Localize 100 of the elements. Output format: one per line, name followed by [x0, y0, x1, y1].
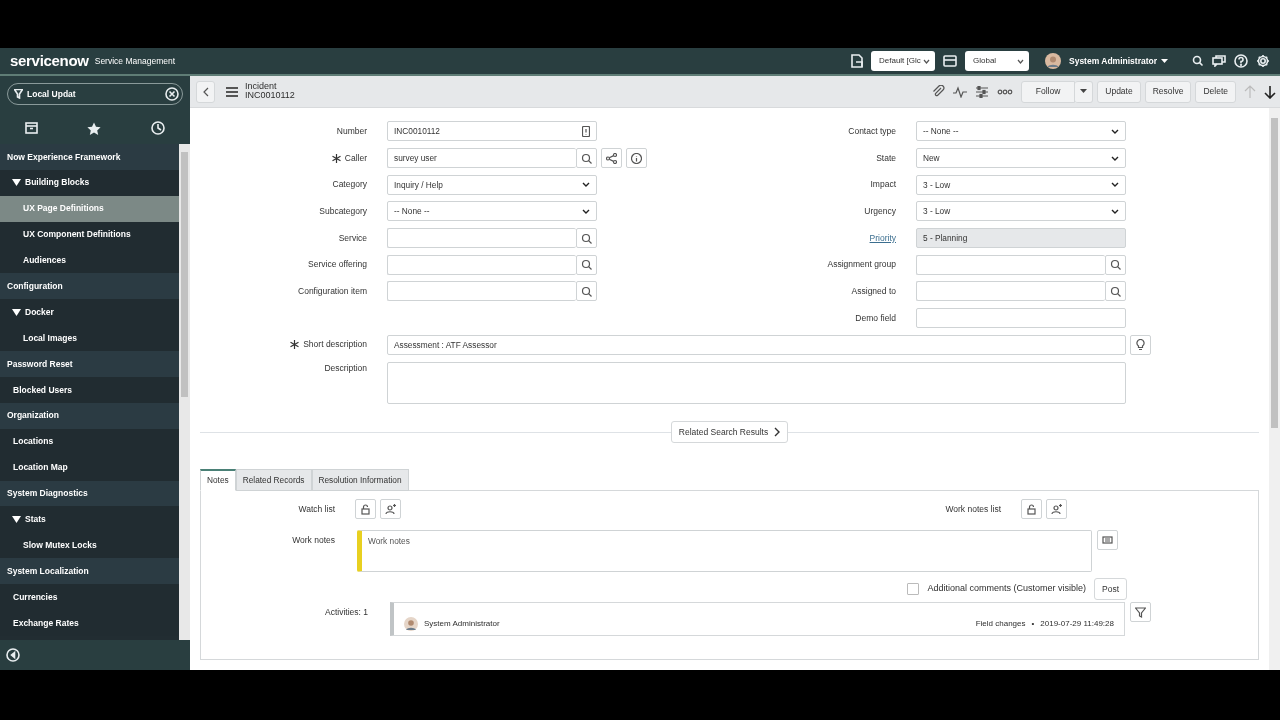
- document-icon[interactable]: [851, 54, 863, 68]
- caret-icon: [1111, 182, 1119, 188]
- select-field[interactable]: New: [916, 148, 1126, 169]
- sliders-icon[interactable]: [974, 85, 989, 98]
- search-icon: [581, 259, 592, 271]
- reference-field[interactable]: [387, 228, 576, 249]
- avatar-icon: [1045, 53, 1061, 69]
- clear-icon[interactable]: [165, 87, 179, 101]
- update-set-select[interactable]: Default [Glc: [871, 51, 935, 71]
- search-button[interactable]: [1105, 254, 1126, 275]
- caret-icon: [1080, 89, 1088, 94]
- text-field[interactable]: Assessment : ATF Assessor: [387, 334, 1126, 355]
- related-button[interactable]: [601, 148, 622, 169]
- reference-field[interactable]: survey user: [387, 148, 576, 169]
- chat-icon[interactable]: [1212, 55, 1226, 67]
- dropdown-button[interactable]: [1075, 80, 1094, 103]
- menu-icon[interactable]: [225, 85, 239, 98]
- help-icon[interactable]: [1234, 54, 1248, 68]
- filter-button[interactable]: [1130, 602, 1151, 623]
- field-label: Category: [332, 178, 367, 192]
- action-button[interactable]: Resolve: [1144, 80, 1192, 103]
- reference-field[interactable]: [387, 281, 576, 302]
- checkbox-label: Additional comments (Customer visible): [927, 582, 1086, 596]
- select-field[interactable]: 3 - Low: [916, 174, 1126, 195]
- field-label: Subcategory: [319, 205, 367, 218]
- post-button[interactable]: Post: [1094, 578, 1127, 601]
- filter-icon: [1135, 606, 1146, 618]
- search-button[interactable]: [576, 228, 597, 249]
- reference-field[interactable]: [916, 281, 1105, 302]
- field-label: Watch list: [298, 502, 335, 516]
- avatar-icon: [404, 617, 418, 632]
- archive-icon[interactable]: [24, 122, 38, 134]
- field-label: Description: [324, 362, 367, 375]
- suggestion-button[interactable]: [1130, 334, 1151, 355]
- work-notes-field[interactable]: Work notes: [357, 530, 1092, 573]
- field-label: Assigned to: [851, 285, 896, 298]
- activity-icon[interactable]: [952, 85, 967, 98]
- number-field[interactable]: INC0010112: [387, 121, 597, 142]
- down-arrow-icon[interactable]: [1264, 84, 1276, 99]
- action-button[interactable]: Delete: [1195, 80, 1236, 103]
- search-button[interactable]: [1105, 281, 1126, 302]
- activity-type: Field changes: [975, 618, 1026, 631]
- scrollbar[interactable]: [1269, 108, 1280, 670]
- follow-button[interactable]: Follow: [1020, 80, 1076, 103]
- info-button[interactable]: [626, 148, 647, 169]
- select-field[interactable]: -- None --: [916, 121, 1126, 142]
- description-field[interactable]: [387, 362, 1126, 405]
- search-button[interactable]: [576, 148, 597, 169]
- alert-icon[interactable]: [582, 125, 590, 137]
- application-menu[interactable]: Now Experience Framework: [0, 144, 179, 170]
- paperclip-icon[interactable]: [931, 84, 945, 99]
- priority-link[interactable]: Priority: [869, 231, 896, 245]
- field-label: Impact: [870, 178, 896, 192]
- action-button[interactable]: Update: [1097, 80, 1141, 103]
- caret-icon: [1111, 128, 1119, 134]
- related-search-button[interactable]: Related Search Results: [670, 421, 789, 444]
- application-menu[interactable]: System Localization: [0, 558, 179, 585]
- collapse-icon[interactable]: [6, 648, 20, 662]
- module-link[interactable]: UX Page Definitions: [0, 195, 179, 222]
- application-menu[interactable]: Password Reset: [0, 351, 179, 377]
- expanded-icon: [12, 178, 22, 188]
- settings-icon[interactable]: [1256, 54, 1270, 68]
- reference-field[interactable]: [916, 254, 1105, 275]
- lock-button[interactable]: [355, 499, 376, 520]
- form-tab[interactable]: Notes: [200, 469, 236, 492]
- more-icon[interactable]: [996, 88, 1013, 95]
- add-user-button[interactable]: [1046, 499, 1067, 520]
- application-menu[interactable]: Organization: [0, 402, 179, 429]
- caret-icon: [1017, 58, 1024, 64]
- caret-icon: [582, 182, 590, 188]
- field-label: Number: [336, 124, 367, 138]
- caret-icon: [1111, 208, 1119, 214]
- logo: servicenow: [10, 50, 89, 71]
- application-menu[interactable]: System Diagnostics: [0, 480, 179, 507]
- text-field[interactable]: [916, 308, 1126, 329]
- select-field[interactable]: -- None --: [387, 201, 597, 222]
- reference-field[interactable]: [387, 254, 576, 275]
- history-icon[interactable]: [151, 121, 166, 135]
- form-tab[interactable]: Resolution Information: [311, 469, 409, 492]
- form-tab[interactable]: Related Records: [235, 469, 312, 492]
- scope-select[interactable]: Global: [965, 51, 1029, 71]
- user-menu[interactable]: System Administrator: [1069, 54, 1157, 68]
- search-button[interactable]: [576, 281, 597, 302]
- star-icon[interactable]: [87, 121, 102, 135]
- compose-button[interactable]: [1097, 530, 1118, 551]
- checkbox[interactable]: [907, 583, 920, 596]
- select-field[interactable]: Inquiry / Help: [387, 174, 597, 195]
- scrollbar[interactable]: [179, 144, 190, 640]
- related-icon: [606, 152, 617, 164]
- search-icon[interactable]: [1192, 55, 1204, 67]
- search-icon: [1110, 285, 1121, 297]
- search-button[interactable]: [576, 254, 597, 275]
- window-icon[interactable]: [943, 55, 957, 67]
- field-label: Configuration item: [298, 285, 367, 298]
- select-field[interactable]: 3 - Low: [916, 201, 1126, 222]
- caret-icon: [582, 208, 590, 214]
- add-user-button[interactable]: [380, 499, 401, 520]
- application-menu[interactable]: Configuration: [0, 273, 179, 300]
- lock-button[interactable]: [1021, 499, 1042, 520]
- record-table: Incident: [245, 82, 295, 92]
